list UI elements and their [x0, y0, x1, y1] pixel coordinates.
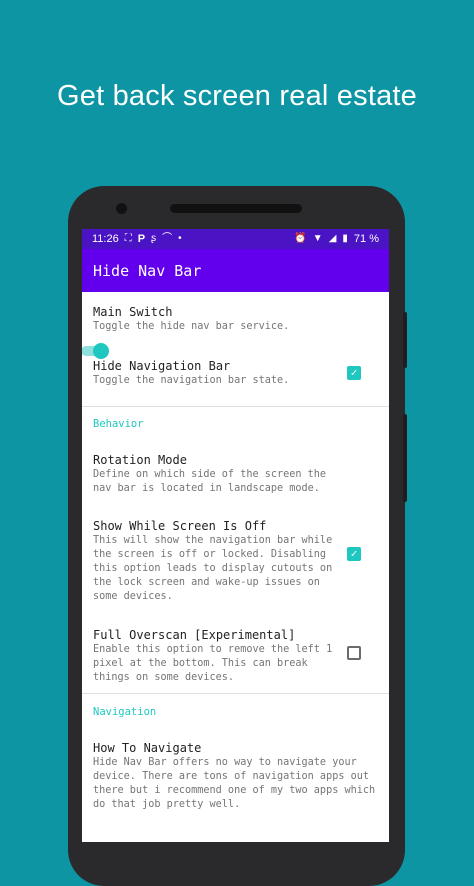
- clock: 11:26: [92, 233, 119, 245]
- full-overscan-checkbox[interactable]: [347, 646, 361, 660]
- pref-main-switch[interactable]: Main Switch Toggle the hide nav bar serv…: [82, 305, 389, 359]
- pref-title: Full Overscan [Experimental]: [93, 628, 296, 642]
- pref-summary: Toggle the hide nav bar service.: [93, 321, 290, 332]
- pref-title: Show While Screen Is Off: [93, 519, 267, 533]
- show-while-screen-off-checkbox[interactable]: ✓: [347, 547, 361, 561]
- pref-hide-navigation-bar[interactable]: Hide Navigation Bar Toggle the navigatio…: [82, 350, 389, 406]
- alarm-icon: ⏰: [294, 233, 307, 244]
- cloud-icon: ⌒: [162, 233, 173, 244]
- pref-summary: Hide Nav Bar offers no way to navigate y…: [93, 757, 376, 810]
- front-camera: [116, 203, 127, 214]
- category-behavior: Behavior: [93, 418, 144, 430]
- status-bar: 11:26 ⛶ P ʂ ⌒ • ⏰ ▼ ◢ ▮ 71 %: [82, 229, 389, 249]
- pref-full-overscan[interactable]: Full Overscan [Experimental] Enable this…: [82, 628, 389, 693]
- pref-summary: Define on which side of the screen the n…: [93, 469, 327, 494]
- battery-percent: 71 %: [353, 233, 379, 245]
- headline: Get back screen real estate: [56, 80, 418, 112]
- screenshot-icon: ⛶: [124, 233, 132, 244]
- pref-summary: This will show the navigation bar while …: [93, 535, 333, 602]
- earpiece-speaker: [170, 204, 302, 213]
- pref-summary: Toggle the navigation bar state.: [93, 375, 290, 386]
- signal-app-icon: ʂ: [151, 233, 157, 244]
- pref-title: Hide Navigation Bar: [93, 359, 231, 373]
- category-navigation: Navigation: [93, 706, 157, 718]
- pref-show-while-screen-off[interactable]: Show While Screen Is Off This will show …: [82, 519, 389, 628]
- pref-rotation-mode[interactable]: Rotation Mode Define on which side of th…: [82, 453, 389, 519]
- app-bar: Hide Nav Bar: [82, 249, 389, 292]
- pref-how-to-navigate[interactable]: How To Navigate Hide Nav Bar offers no w…: [82, 741, 389, 821]
- phone-screen: 11:26 ⛶ P ʂ ⌒ • ⏰ ▼ ◢ ▮ 71 % Hide Nav Ba…: [82, 229, 389, 842]
- power-button: [403, 414, 407, 502]
- hide-navigation-bar-checkbox[interactable]: ✓: [347, 366, 361, 380]
- wifi-icon: ▼: [312, 233, 323, 244]
- dot-icon: •: [178, 233, 182, 244]
- volume-button: [403, 312, 407, 368]
- preference-list: Main Switch Toggle the hide nav bar serv…: [82, 292, 389, 821]
- pref-summary: Enable this option to remove the left 1 …: [93, 644, 333, 683]
- signal-icon: ◢: [328, 233, 337, 244]
- pref-title: Rotation Mode: [93, 453, 187, 467]
- pref-title: How To Navigate: [93, 741, 202, 755]
- app-title: Hide Nav Bar: [93, 261, 202, 280]
- parking-icon: P: [137, 232, 146, 245]
- pref-title: Main Switch: [93, 305, 173, 319]
- battery-icon: ▮: [342, 233, 348, 244]
